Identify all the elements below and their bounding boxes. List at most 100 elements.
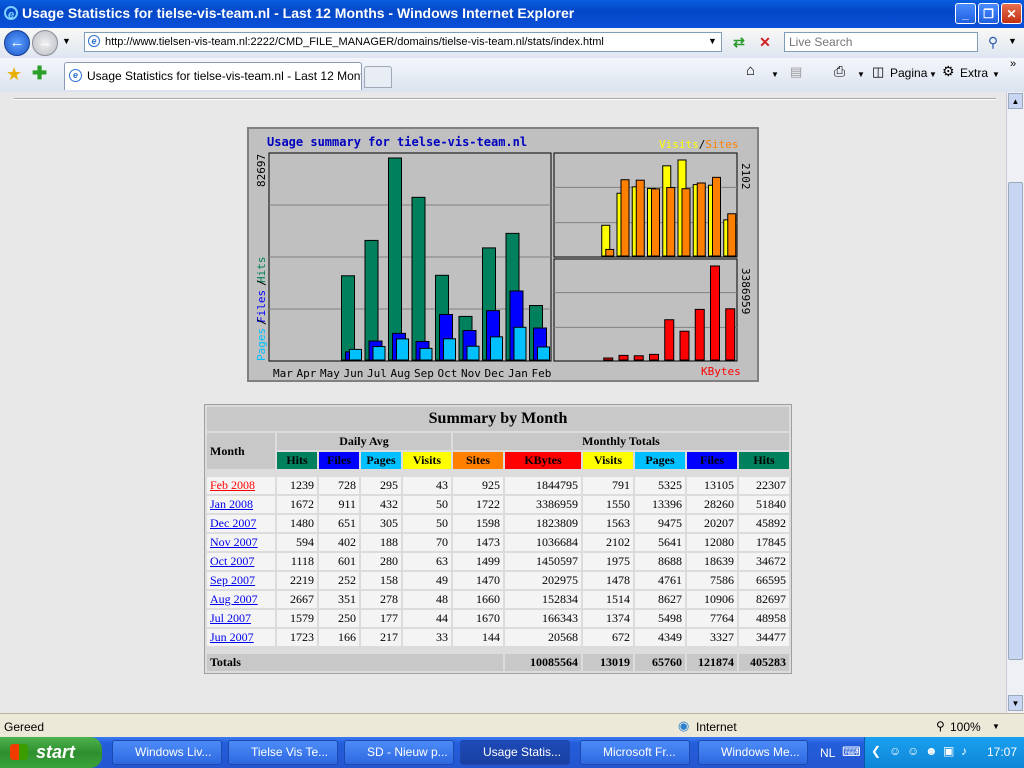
monthly-col-visits: Visits xyxy=(583,452,633,469)
home-dropdown-icon[interactable]: ▼ xyxy=(771,70,779,79)
page-menu-icon[interactable]: ◫ xyxy=(872,64,884,80)
monthly-value-cell: 17845 xyxy=(739,534,789,551)
month-cell: Feb 2008 xyxy=(207,477,275,494)
new-tab-button[interactable] xyxy=(364,66,392,88)
daily-value-cell: 728 xyxy=(319,477,359,494)
month-tick-label: Oct xyxy=(438,367,458,380)
task-windows-media[interactable]: Windows Me... xyxy=(698,740,808,765)
zoom-icon[interactable]: ⚲ xyxy=(936,719,945,733)
daily-value-cell: 158 xyxy=(361,572,401,589)
kbytes-bar xyxy=(649,353,659,361)
pages-bar xyxy=(419,347,433,361)
print-icon[interactable]: ⎙ xyxy=(834,63,845,80)
windows-logo-icon xyxy=(10,744,28,760)
daily-value-cell: 49 xyxy=(403,572,451,589)
more-chevron-icon[interactable]: » xyxy=(1010,58,1016,70)
monthly-value-cell: 3327 xyxy=(687,629,737,646)
daily-col-visits: Visits xyxy=(403,452,451,469)
stop-icon[interactable]: ✕ xyxy=(754,32,776,52)
month-link[interactable]: Oct 2007 xyxy=(210,554,254,568)
daily-value-cell: 601 xyxy=(319,553,359,570)
table-row: Jan 2008 1672 911 432 50 1722 3386959 1550 13396… xyxy=(207,496,789,513)
address-input[interactable]: e http://www.tielsen-vis-team.nl:2222/CM… xyxy=(84,32,722,52)
monthly-value-cell: 20207 xyxy=(687,515,737,532)
tab-title: Usage Statistics for tielse-vis-team.nl … xyxy=(87,69,362,83)
zoom-dropdown-icon[interactable]: ▼ xyxy=(992,722,1000,731)
table-row: Dec 2007 1480 651 305 50 1598 1823809 1563 9475 2… xyxy=(207,515,789,532)
address-dropdown-icon[interactable]: ▼ xyxy=(708,36,717,46)
add-favorite-icon[interactable]: ✚ xyxy=(32,63,47,84)
month-link[interactable]: Aug 2007 xyxy=(210,592,258,606)
kbytes-bar xyxy=(679,330,690,361)
task-sd-nieuw[interactable]: SD - Nieuw p... xyxy=(344,740,454,765)
search-input[interactable] xyxy=(784,32,978,52)
home-icon[interactable]: ⌂ xyxy=(746,62,755,79)
search-icon[interactable]: ⚲ xyxy=(982,33,1004,51)
page-icon: e xyxy=(88,35,100,47)
tools-gear-icon[interactable]: ⚙ xyxy=(942,63,955,80)
month-link[interactable]: Jul 2007 xyxy=(210,611,251,625)
month-tick-label: Nov xyxy=(461,367,481,380)
close-button[interactable]: ✕ xyxy=(1001,3,1022,24)
messenger-icon-2[interactable]: ☺ xyxy=(907,744,919,758)
tab-usage-statistics[interactable]: e Usage Statistics for tielse-vis-team.n… xyxy=(64,62,362,90)
scroll-up-icon[interactable]: ▲ xyxy=(1008,93,1023,109)
system-tray: ❮ ☺ ☺ ☻ ▣ ♪ 17:07 xyxy=(864,737,1024,768)
task-tielse-vis-team[interactable]: Tielse Vis Te... xyxy=(228,740,338,765)
refresh-icon[interactable]: ⇄ xyxy=(728,32,750,52)
language-indicator[interactable]: NL xyxy=(820,746,835,760)
sites-bar xyxy=(712,176,721,257)
print-dropdown-icon[interactable]: ▼ xyxy=(857,70,865,79)
table-row: Feb 2008 1239 728 295 43 925 1844795 791 5325 131… xyxy=(207,477,789,494)
recent-pages-dropdown-icon[interactable]: ▼ xyxy=(62,36,71,46)
sites-bar xyxy=(727,213,737,257)
total-value-cell: 121874 xyxy=(687,654,737,671)
page-menu-button[interactable]: Pagina xyxy=(890,66,927,80)
back-button[interactable]: ← xyxy=(4,30,30,56)
favorites-star-icon[interactable]: ★ xyxy=(6,64,22,85)
tools-menu-button[interactable]: Extra xyxy=(960,66,988,80)
sites-bar xyxy=(605,248,615,257)
volume-icon[interactable]: ♪ xyxy=(961,744,967,758)
network-icon[interactable]: ▣ xyxy=(943,744,954,758)
maximize-button[interactable]: ❐ xyxy=(978,3,999,24)
daily-col-hits: Hits xyxy=(277,452,317,469)
month-link[interactable]: Jun 2007 xyxy=(210,630,254,644)
search-options-icon[interactable]: ▼ xyxy=(1008,36,1017,46)
keyboard-icon[interactable]: ⌨ xyxy=(842,744,861,760)
start-button[interactable]: start xyxy=(0,737,102,768)
task-usage-statistics[interactable]: Usage Statis... xyxy=(460,740,570,765)
forward-button[interactable]: → xyxy=(32,30,58,56)
users-icon[interactable]: ☻ xyxy=(925,744,938,758)
monthly-value-cell: 1844795 xyxy=(505,477,581,494)
month-cell: Nov 2007 xyxy=(207,534,275,551)
daily-value-cell: 280 xyxy=(361,553,401,570)
task-windows-live[interactable]: Windows Liv... xyxy=(112,740,222,765)
month-link[interactable]: Dec 2007 xyxy=(210,516,256,530)
feeds-icon[interactable]: ▤ xyxy=(790,64,802,80)
task-label: Windows Me... xyxy=(721,745,800,759)
task-microsoft-fr[interactable]: Microsoft Fr... xyxy=(580,740,690,765)
daily-value-cell: 432 xyxy=(361,496,401,513)
tools-dropdown-icon[interactable]: ▼ xyxy=(992,70,1000,79)
minimize-button[interactable]: _ xyxy=(955,3,976,24)
monthly-value-cell: 3386959 xyxy=(505,496,581,513)
total-value-cell: 405283 xyxy=(739,654,789,671)
monthly-value-cell: 48958 xyxy=(739,610,789,627)
tray-chevron-icon[interactable]: ❮ xyxy=(871,744,881,758)
scroll-thumb[interactable] xyxy=(1008,182,1023,660)
hits-bar xyxy=(388,157,402,361)
page-menu-dropdown-icon[interactable]: ▼ xyxy=(929,70,937,79)
month-link[interactable]: Sep 2007 xyxy=(210,573,255,587)
month-link[interactable]: Nov 2007 xyxy=(210,535,258,549)
daily-value-cell: 217 xyxy=(361,629,401,646)
scroll-down-icon[interactable]: ▼ xyxy=(1008,695,1023,711)
monthly-totals-header: Monthly Totals xyxy=(453,433,789,450)
month-link[interactable]: Feb 2008 xyxy=(210,478,255,492)
zoom-level[interactable]: 100% xyxy=(950,720,981,734)
messenger-icon[interactable]: ☺ xyxy=(889,744,901,758)
summary-table: Summary by Month Month Daily Avg Monthly… xyxy=(204,404,792,674)
month-link[interactable]: Jan 2008 xyxy=(210,497,253,511)
vertical-scrollbar[interactable]: ▲ ▼ xyxy=(1006,92,1024,713)
sites-bar xyxy=(620,179,630,257)
